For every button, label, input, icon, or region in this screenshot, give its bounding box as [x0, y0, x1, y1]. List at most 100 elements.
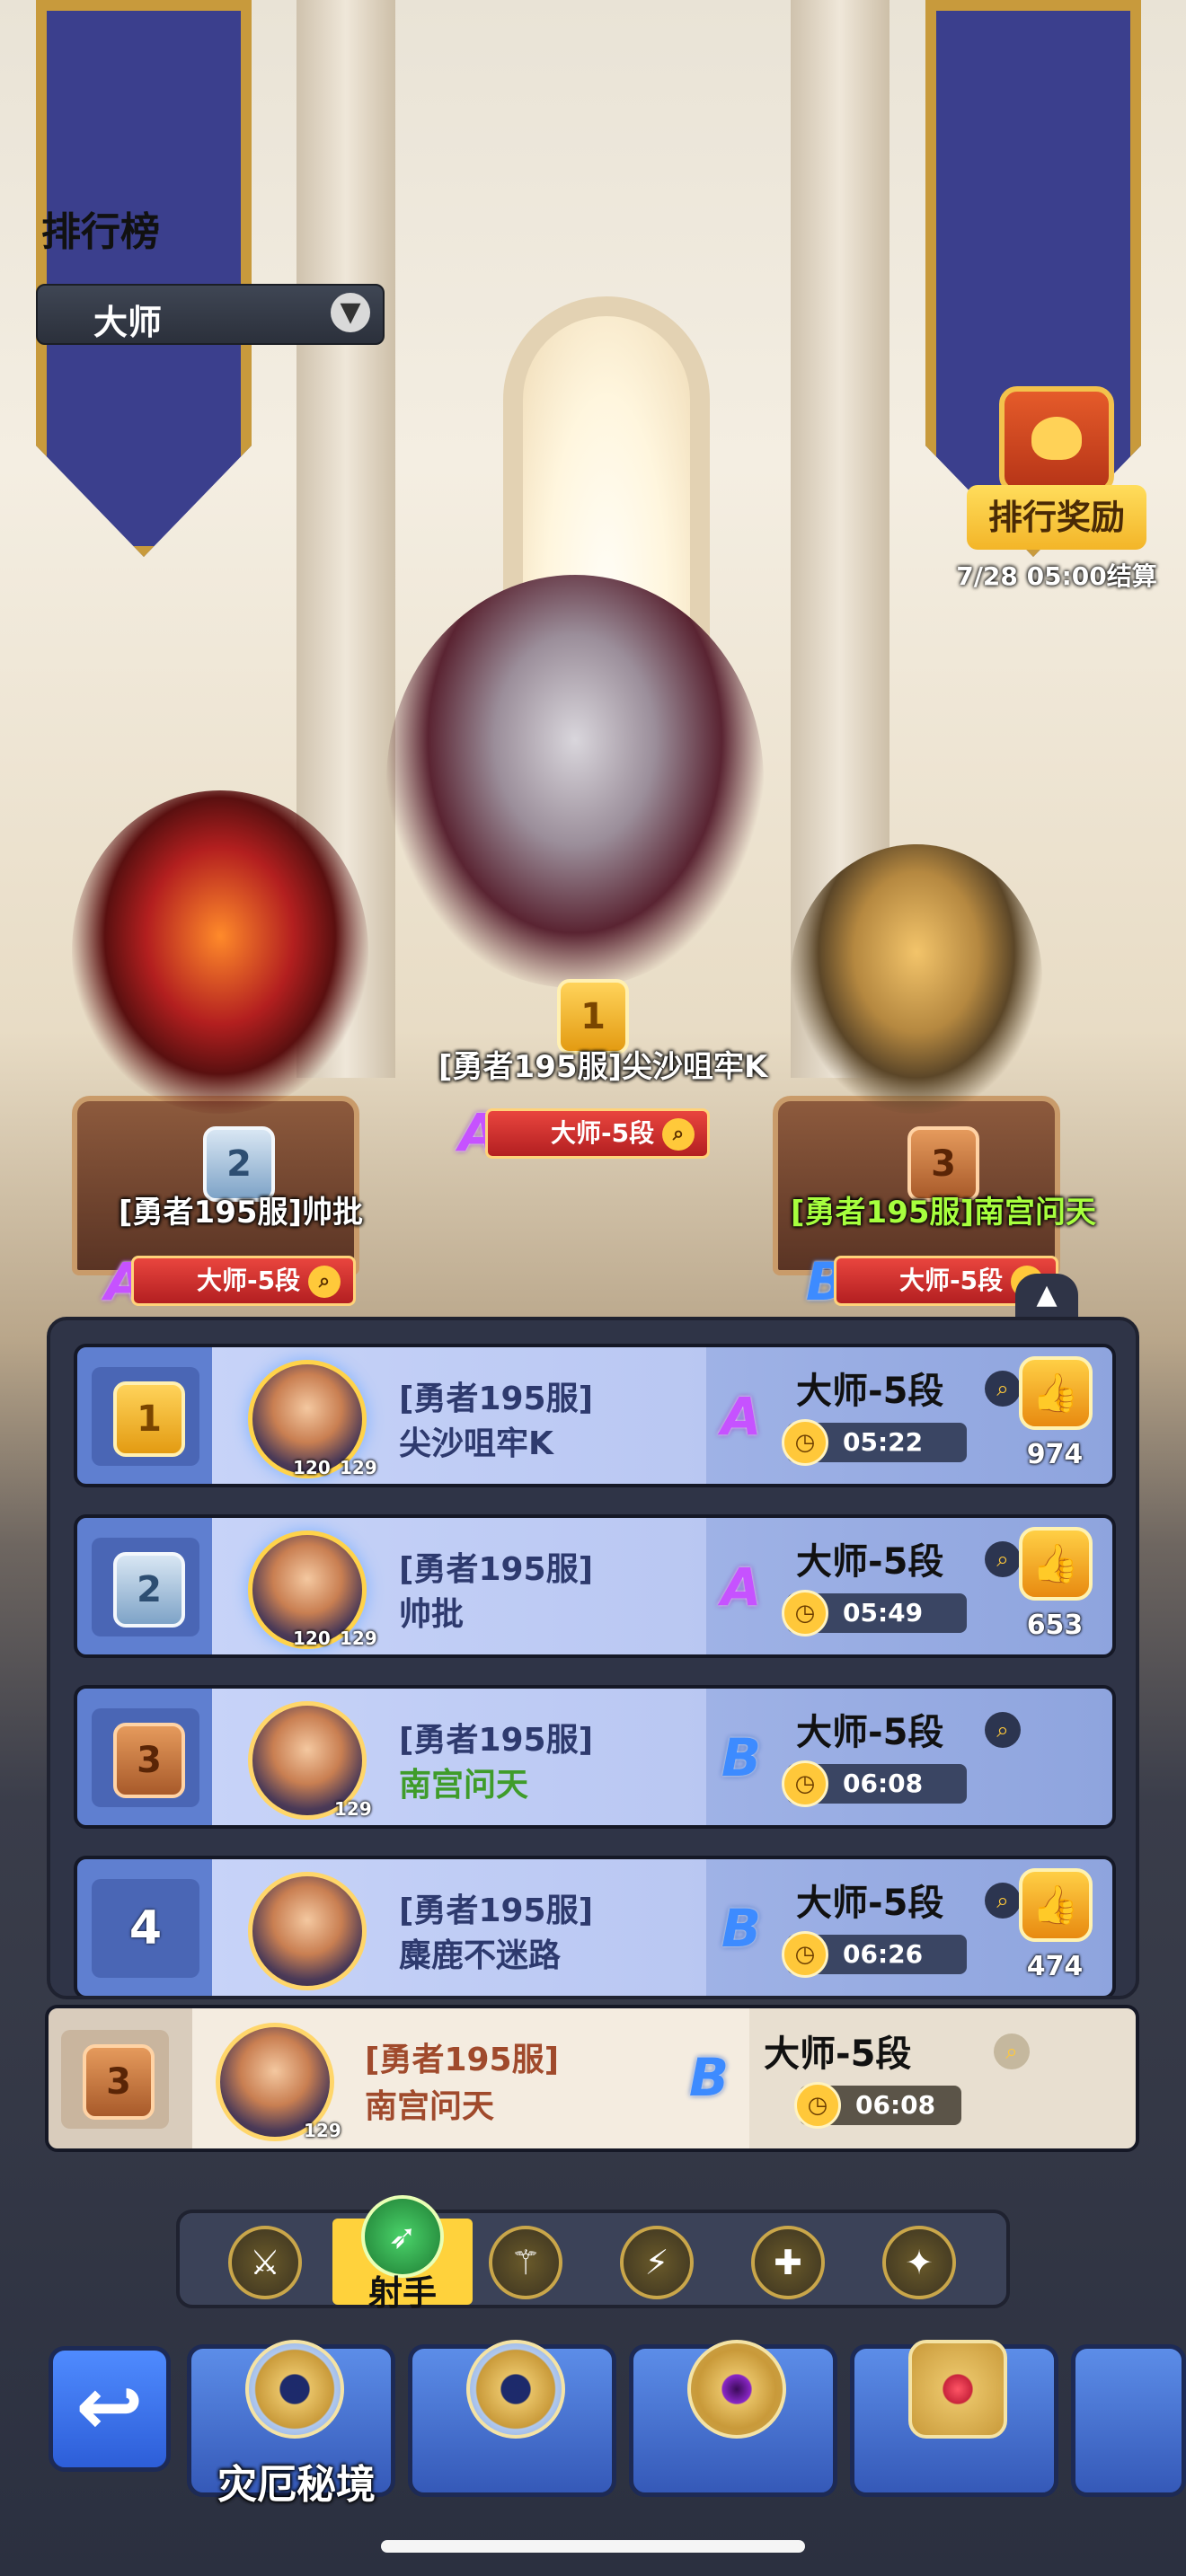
- avatar-level: 129: [340, 1628, 377, 1649]
- search-icon: ⌕: [662, 1118, 695, 1151]
- player-name: 南宫问天: [365, 2088, 495, 2125]
- avatar-level: 120: [293, 1457, 331, 1478]
- tier-label: 大师-5段: [796, 1712, 944, 1753]
- rank-cell: 2: [92, 1538, 199, 1636]
- thumbs-up-icon: 👍: [1019, 1527, 1093, 1601]
- player-name: 尖沙咀牢K: [399, 1425, 553, 1462]
- podium-first-name: [勇者195服]尖沙咀牢K: [438, 1049, 768, 1085]
- grade-A-badge: A: [721, 1557, 762, 1618]
- rank-medal: 2: [113, 1552, 185, 1628]
- assassin-icon[interactable]: ⚡: [620, 2226, 694, 2299]
- home-indicator[interactable]: [381, 2540, 805, 2553]
- clear-time: ◷ 06:08: [782, 1760, 967, 1807]
- class-filter-bar: ⚔ ➶ 射手 ⚚ ⚡ ✚ ✦: [176, 2195, 1010, 2313]
- grade-B-badge: B: [721, 1898, 762, 1959]
- chevron-down-icon: ▼: [331, 293, 370, 332]
- time-value: 05:49: [843, 1598, 924, 1628]
- mode-tab[interactable]: [629, 2340, 837, 2497]
- server-name: [勇者195服]: [399, 1892, 594, 1929]
- grade-B-badge: B: [721, 1727, 762, 1788]
- search-icon[interactable]: ⌕: [985, 1712, 1021, 1748]
- tier-label: 大师-5段: [764, 2033, 912, 2075]
- crown-emblem-icon: [908, 2340, 1007, 2439]
- podium-hero-second[interactable]: [72, 790, 368, 1114]
- settlement-time: 7/28 05:00结算: [956, 561, 1157, 591]
- avatar-level: 129: [334, 1798, 372, 1820]
- clear-time: ◷ 05:22: [782, 1419, 967, 1466]
- background-banner: [36, 0, 252, 557]
- warrior-icon[interactable]: ⚔: [228, 2226, 302, 2299]
- podium-first-tier[interactable]: 大师-5段 ⌕: [485, 1108, 710, 1159]
- table-row[interactable]: 1 120 129 [勇者195服] 尖沙咀牢K A 大师-5段 ⌕ ◷ 05:2…: [74, 1344, 1116, 1487]
- rank-cell: 4: [92, 1879, 199, 1978]
- clear-time: ◷ 06:26: [782, 1931, 967, 1978]
- podium-hero-third[interactable]: [791, 844, 1042, 1114]
- reward-chest-icon: [999, 386, 1114, 494]
- search-icon: ⌕: [308, 1266, 341, 1298]
- rank-number: 4: [128, 1901, 163, 1955]
- time-value: 06:08: [843, 1769, 924, 1798]
- grade-B-badge: B: [688, 2047, 730, 2108]
- clock-icon: ◷: [782, 1590, 828, 1636]
- thumbs-up-icon: 👍: [1019, 1868, 1093, 1942]
- search-icon[interactable]: ⌕: [994, 2033, 1030, 2069]
- tier-label: 大师-5段: [551, 1118, 655, 1148]
- mode-tab[interactable]: [408, 2340, 616, 2497]
- grade-A-badge: A: [721, 1386, 762, 1447]
- rank-medal: 3: [83, 2044, 155, 2120]
- server-name: [勇者195服]: [399, 1722, 594, 1759]
- avatar-level: 129: [304, 2120, 341, 2141]
- clock-icon: ◷: [782, 1419, 828, 1466]
- tier-label: 大师-5段: [796, 1883, 944, 1924]
- my-rank-row[interactable]: 3 129 [勇者195服] 南宫问天 B 大师-5段 ⌕ ◷ 06:08: [45, 2005, 1139, 2152]
- dropdown-value: 大师: [93, 303, 163, 342]
- podium-second-name: [勇者195服]帅批: [119, 1195, 364, 1231]
- rank-cell: 3: [61, 2030, 169, 2129]
- selected-class-label: 射手: [367, 2273, 437, 2313]
- eye-emblem-icon: [245, 2340, 344, 2439]
- server-name: [勇者195服]: [399, 1551, 594, 1588]
- rank-tier-dropdown[interactable]: 大师 ▼: [36, 284, 385, 345]
- tier-label: 大师-5段: [899, 1266, 1004, 1295]
- tier-label: 大师-5段: [796, 1541, 944, 1583]
- back-arrow-icon[interactable]: ↩: [49, 2346, 171, 2472]
- priest-icon[interactable]: ✚: [751, 2226, 825, 2299]
- collapse-list-button[interactable]: ▲: [1015, 1274, 1078, 1317]
- like-button[interactable]: 👍 474: [1012, 1868, 1098, 1982]
- clear-time: ◷ 05:49: [782, 1590, 967, 1636]
- clock-icon: ◷: [782, 1931, 828, 1978]
- table-row[interactable]: 4 [勇者195服] 麋鹿不迷路 B 大师-5段 ⌕ ◷ 06:26 👍 474: [74, 1856, 1116, 1996]
- table-row[interactable]: 3 129 [勇者195服] 南宫问天 B 大师-5段 ⌕ ◷ 06:08: [74, 1685, 1116, 1829]
- time-value: 06:08: [855, 2090, 936, 2120]
- podium-hero-first[interactable]: [386, 575, 764, 988]
- podium-second-tier[interactable]: 大师-5段 ⌕: [131, 1256, 356, 1306]
- clock-icon: ◷: [794, 2082, 841, 2129]
- avatar[interactable]: [248, 1872, 367, 1990]
- mage-icon[interactable]: ⚚: [489, 2226, 562, 2299]
- table-row[interactable]: 2 120 129 [勇者195服] 帅批 A 大师-5段 ⌕ ◷ 05:49 👍…: [74, 1514, 1116, 1658]
- like-button[interactable]: 👍 653: [1012, 1527, 1098, 1641]
- rank-medal: 3: [113, 1723, 185, 1798]
- avatar-level: 129: [340, 1457, 377, 1478]
- leaderboard-screen: 排行榜 大师 ▼ 排行奖励 7/28 05:00结算 1 [勇者195服]尖沙咀…: [0, 0, 1186, 2576]
- rank-medal: 1: [113, 1381, 185, 1457]
- like-count: 474: [1026, 1951, 1084, 1982]
- player-name: 麋鹿不迷路: [399, 1937, 562, 1974]
- like-button[interactable]: 👍 974: [1012, 1356, 1098, 1470]
- ranking-reward-button[interactable]: 排行奖励 7/28 05:00结算: [956, 386, 1157, 602]
- thumbs-up-icon: 👍: [1019, 1356, 1093, 1430]
- time-value: 06:26: [843, 1939, 924, 1969]
- summoner-icon[interactable]: ✦: [882, 2226, 956, 2299]
- ranking-reward-label: 排行奖励: [967, 485, 1146, 550]
- eye-emblem-icon: [466, 2340, 565, 2439]
- avatar-level: 120: [293, 1628, 331, 1649]
- mode-tab[interactable]: [850, 2340, 1058, 2497]
- leaderboard-list[interactable]: 1 120 129 [勇者195服] 尖沙咀牢K A 大师-5段 ⌕ ◷ 05:2…: [47, 1317, 1139, 1999]
- player-name: 南宫问天: [399, 1767, 529, 1804]
- rank-cell: 3: [92, 1708, 199, 1807]
- like-count: 974: [1026, 1439, 1084, 1470]
- tier-label: 大师-5段: [197, 1266, 301, 1295]
- page-title: 排行榜: [41, 209, 160, 255]
- mode-tab[interactable]: [1071, 2344, 1186, 2497]
- purple-eye-emblem-icon: [687, 2340, 786, 2439]
